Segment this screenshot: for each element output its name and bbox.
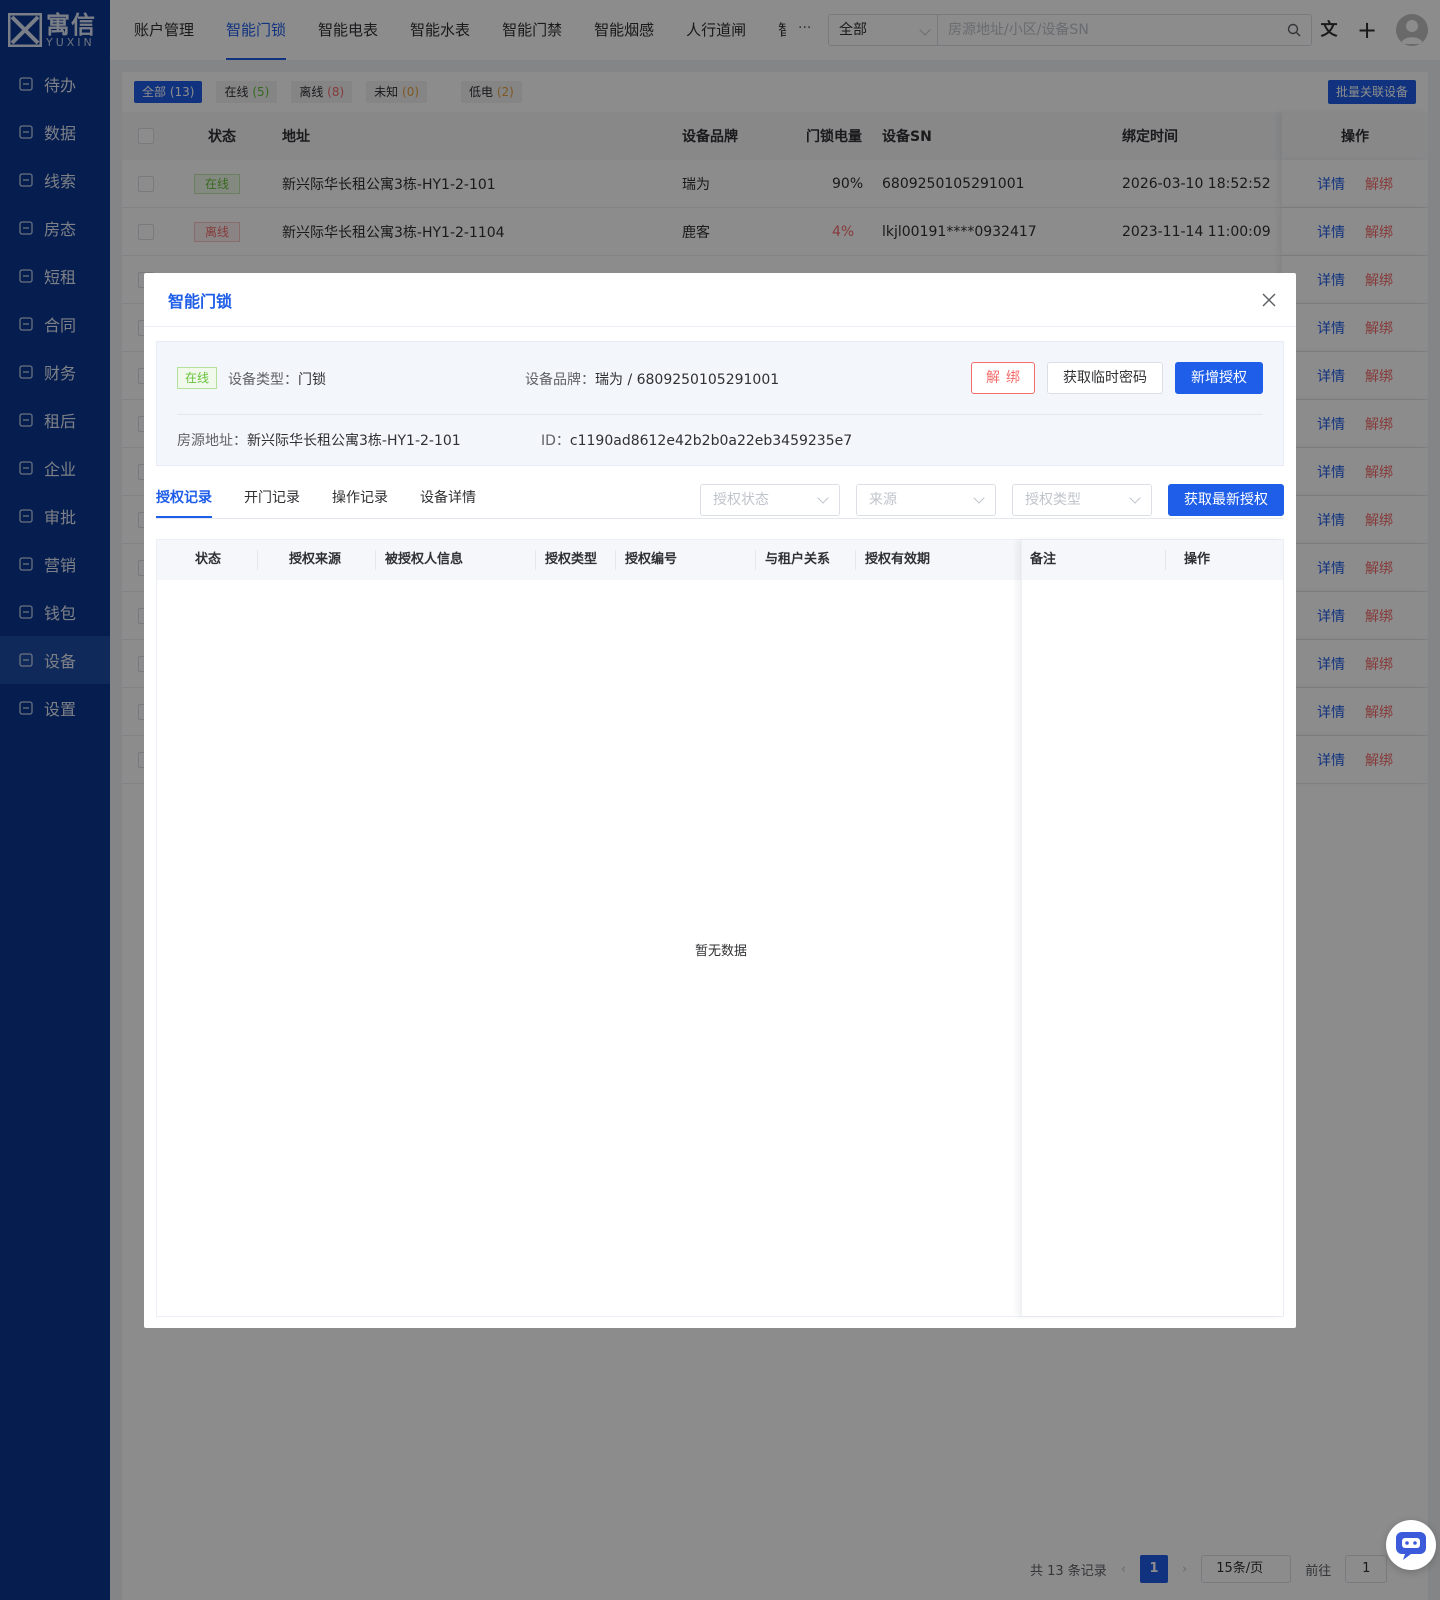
column-header: 被授权人信息 [385, 552, 464, 567]
column-header: 授权编号 [625, 552, 678, 567]
record-tabs: 授权记录 开门记录 操作记录 设备详情 [156, 478, 476, 518]
column-header: 授权有效期 [865, 552, 931, 567]
column-divider [855, 550, 856, 570]
source-select[interactable]: 来源 [856, 484, 996, 516]
column-header: 状态 [195, 552, 222, 567]
column-divider [535, 550, 536, 570]
column-header: 与租户关系 [765, 552, 831, 567]
smart-lock-dialog: 智能门锁 在线 设备类型：门锁 设备品牌：瑞为 / 68092501052910… [144, 273, 1296, 1328]
fetch-latest-auth-button[interactable]: 获取最新授权 [1168, 484, 1284, 516]
device-brand: 设备品牌：瑞为 / 6809250105291001 [525, 372, 780, 388]
device-info-card: 在线 设备类型：门锁 设备品牌：瑞为 / 6809250105291001 解绑… [156, 341, 1284, 466]
column-divider [375, 550, 376, 570]
column-divider [615, 550, 616, 570]
record-tab-0[interactable]: 授权记录 [156, 478, 212, 518]
empty-state: 暂无数据 [694, 944, 747, 959]
column-header: 授权类型 [545, 552, 598, 567]
record-tab-3[interactable]: 设备详情 [420, 478, 476, 518]
chevron-down-icon [973, 492, 985, 504]
temp-password-button[interactable]: 获取临时密码 [1047, 362, 1163, 394]
house-address: 房源地址：新兴际华长租公寓3栋-HY1-2-101 [177, 433, 461, 449]
chat-icon [1396, 1532, 1426, 1560]
auth-records-table: 状态 授权来源 被授权人信息 授权类型 授权编号 与租户关系 授权有效期 备注 操作 暂无数据 [156, 539, 1284, 1317]
divider [156, 518, 1284, 519]
auth-status-select[interactable]: 授权状态 [700, 484, 840, 516]
device-type: 设备类型：门锁 [228, 372, 326, 388]
dialog-title: 智能门锁 [168, 291, 233, 311]
chat-assistant-button[interactable] [1386, 1520, 1436, 1570]
auth-type-select[interactable]: 授权类型 [1012, 484, 1152, 516]
chevron-down-icon [1129, 492, 1141, 504]
add-auth-button[interactable]: 新增授权 [1175, 362, 1263, 394]
close-icon[interactable] [1260, 291, 1278, 309]
status-badge: 在线 [177, 367, 218, 389]
fixed-column-shadow [1021, 540, 1283, 1316]
unbind-button[interactable]: 解绑 [971, 362, 1035, 394]
column-divider [257, 550, 258, 570]
record-tab-2[interactable]: 操作记录 [332, 478, 388, 518]
record-tab-1[interactable]: 开门记录 [244, 478, 300, 518]
chevron-down-icon [817, 492, 829, 504]
column-divider [755, 550, 756, 570]
device-id: ID：c1190ad8612e42b2b0a22eb3459235e7 [541, 433, 853, 449]
divider [177, 414, 1263, 415]
column-header: 授权来源 [289, 552, 342, 567]
